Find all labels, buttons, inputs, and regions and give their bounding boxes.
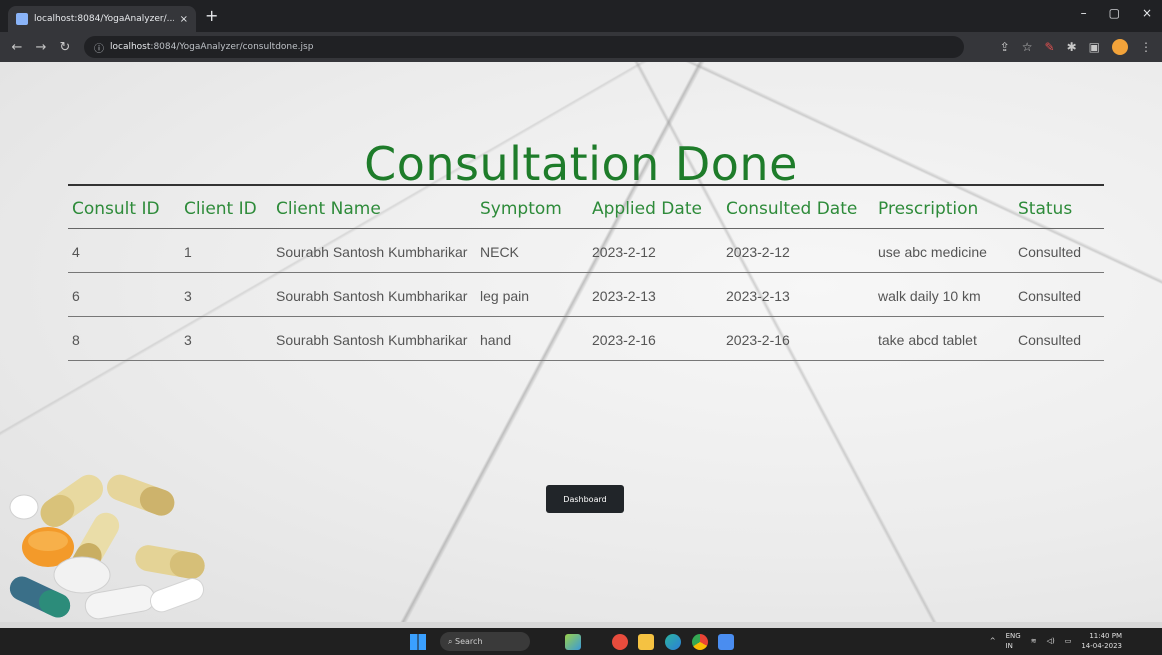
cell-applied-date: 2023-2-13 (588, 272, 722, 317)
reload-icon[interactable]: ↻ (58, 40, 72, 55)
header-status: Status (1014, 184, 1104, 229)
new-tab-button[interactable]: + (205, 6, 218, 26)
browser-tab[interactable]: localhost:8084/YogaAnalyzer/... × (8, 6, 196, 32)
side-panel-icon[interactable]: ▣ (1089, 40, 1100, 54)
cell-consult-id: 4 (68, 228, 180, 273)
tray-clock[interactable]: 11:40 PM 14-04-2023 (1081, 631, 1122, 651)
tray-language[interactable]: ENG IN (1006, 631, 1021, 651)
site-info-icon[interactable]: ⓘ (94, 40, 104, 55)
cell-client-id: 3 (180, 316, 272, 361)
cell-client-id: 1 (180, 228, 272, 273)
cell-consult-id: 8 (68, 316, 180, 361)
cell-applied-date: 2023-2-16 (588, 316, 722, 361)
profile-avatar-icon[interactable] (1112, 39, 1128, 55)
url-host: localhost (110, 42, 151, 52)
tab-close-icon[interactable]: × (180, 14, 188, 25)
cell-symptom: leg pain (476, 272, 588, 317)
cell-status: Consulted (1014, 316, 1104, 361)
browser-toolbar: ← → ↻ ⓘ localhost :8084/YogaAnalyzer/con… (0, 32, 1162, 62)
header-applied-date: Applied Date (588, 184, 722, 229)
share-icon[interactable]: ⇪ (1000, 40, 1010, 54)
volume-icon[interactable]: ◁) (1047, 636, 1055, 646)
clock-date: 14-04-2023 (1081, 642, 1122, 650)
table-row: 4 1 Sourabh Santosh Kumbharikar NECK 202… (68, 228, 1104, 273)
table-header-row: Consult ID Client ID Client Name Symptom… (68, 184, 1104, 229)
cell-prescription: take abcd tablet (874, 316, 1014, 361)
page-content: Consultation Done Consult ID Client ID C… (0, 62, 1162, 622)
widgets-app-icon[interactable] (565, 634, 581, 650)
window-controls: – ▢ × (1081, 6, 1152, 20)
cell-status: Consulted (1014, 272, 1104, 317)
table-row: 8 3 Sourabh Santosh Kumbharikar hand 202… (68, 316, 1104, 361)
extension-red-icon[interactable]: ✎ (1045, 40, 1055, 54)
extensions-puzzle-icon[interactable]: ✱ (1067, 40, 1077, 54)
url-path: :8084/YogaAnalyzer/consultdone.jsp (150, 42, 314, 52)
tab-title: localhost:8084/YogaAnalyzer/... (34, 14, 174, 24)
cell-consult-id: 6 (68, 272, 180, 317)
file-explorer-icon[interactable] (638, 634, 654, 650)
cell-applied-date: 2023-2-12 (588, 228, 722, 273)
cell-client-name: Sourabh Santosh Kumbharikar (272, 316, 476, 361)
extension-icons: ⇪ ☆ ✎ ✱ ▣ ⋮ (1000, 39, 1152, 55)
cell-prescription: walk daily 10 km (874, 272, 1014, 317)
windows-taskbar: ⌕ Search ^ ENG IN ≋ ◁) ▭ 11:40 PM 14-04-20… (0, 628, 1162, 655)
edge-browser-icon[interactable] (665, 634, 681, 650)
search-icon: ⌕ (448, 637, 456, 646)
header-symptom: Symptom (476, 184, 588, 229)
app-icon[interactable] (718, 634, 734, 650)
tray-lang-code: ENG (1005, 632, 1021, 640)
cell-consulted-date: 2023-2-16 (722, 316, 874, 361)
cell-client-name: Sourabh Santosh Kumbharikar (272, 272, 476, 317)
minimize-button[interactable]: – (1081, 6, 1087, 20)
cell-consulted-date: 2023-2-13 (722, 272, 874, 317)
cell-symptom: NECK (476, 228, 588, 273)
clock-time: 11:40 PM (1089, 632, 1122, 640)
header-prescription: Prescription (874, 184, 1014, 229)
chrome-browser-icon[interactable] (692, 634, 708, 650)
wifi-icon[interactable]: ≋ (1031, 636, 1037, 646)
consultation-table: Consult ID Client ID Client Name Symptom… (68, 184, 1104, 361)
taskbar-search-label: Search (455, 637, 483, 646)
page-favicon-icon (16, 13, 28, 25)
cell-status: Consulted (1014, 228, 1104, 273)
cell-prescription: use abc medicine (874, 228, 1014, 273)
back-arrow-icon[interactable]: ← (10, 40, 24, 55)
system-tray: ^ ENG IN ≋ ◁) ▭ 11:40 PM 14-04-2023 (990, 631, 1122, 651)
close-window-button[interactable]: × (1142, 6, 1152, 20)
table-row: 6 3 Sourabh Santosh Kumbharikar leg pain… (68, 272, 1104, 317)
red-app-icon[interactable] (612, 634, 628, 650)
cell-consulted-date: 2023-2-12 (722, 228, 874, 273)
pills-illustration (9, 474, 205, 620)
windows-start-icon[interactable] (410, 634, 426, 650)
menu-kebab-icon[interactable]: ⋮ (1140, 40, 1152, 54)
battery-icon[interactable]: ▭ (1065, 636, 1072, 646)
cell-client-id: 3 (180, 272, 272, 317)
maximize-button[interactable]: ▢ (1109, 6, 1120, 20)
taskbar-search[interactable]: ⌕ Search (440, 632, 530, 651)
header-consulted-date: Consulted Date (722, 184, 874, 229)
tray-chevron-icon[interactable]: ^ (990, 636, 996, 646)
forward-arrow-icon[interactable]: → (34, 40, 48, 55)
cell-symptom: hand (476, 316, 588, 361)
header-client-name: Client Name (272, 184, 476, 229)
bookmark-star-icon[interactable]: ☆ (1022, 40, 1033, 54)
page-title: Consultation Done (364, 137, 798, 191)
header-client-id: Client ID (180, 184, 272, 229)
tray-region-code: IN (1005, 642, 1013, 650)
header-consult-id: Consult ID (68, 184, 180, 229)
address-bar[interactable]: ⓘ localhost :8084/YogaAnalyzer/consultdo… (84, 36, 964, 58)
dashboard-button[interactable]: Dashboard (546, 485, 624, 513)
cell-client-name: Sourabh Santosh Kumbharikar (272, 228, 476, 273)
browser-tab-bar: localhost:8084/YogaAnalyzer/... × + – ▢ … (0, 0, 1162, 32)
